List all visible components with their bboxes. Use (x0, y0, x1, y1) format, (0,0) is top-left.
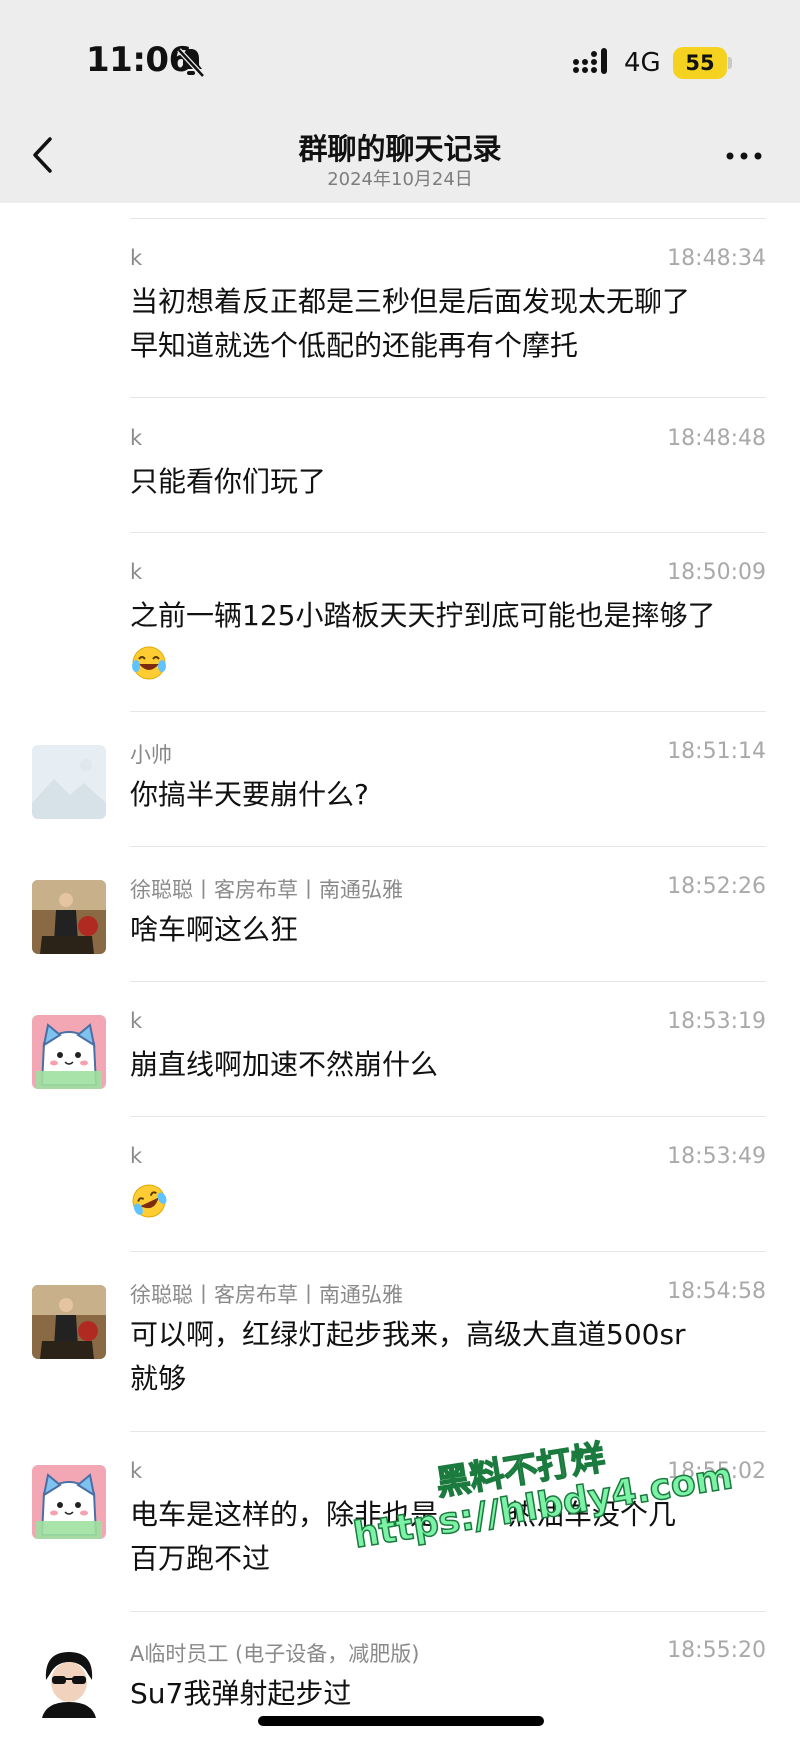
bell-off-icon (177, 48, 205, 78)
message-time: 18:48:48 (667, 426, 766, 451)
sender-name: k (130, 1459, 143, 1483)
battery-indicator: 55 (673, 47, 727, 79)
message-time: 18:55:02 (667, 1459, 766, 1484)
sender-name: 徐聪聪丨客房布草丨南通弘雅 (130, 878, 403, 902)
sender-name: k (130, 1144, 143, 1168)
avatar (32, 1015, 106, 1089)
message-line: 崩直线啊加速不然崩什么 (130, 1048, 439, 1081)
divider (130, 1431, 766, 1432)
message-time: 18:51:14 (667, 739, 766, 764)
message-text: Su7我弹射起步过 (130, 1672, 770, 1716)
obscured-text: 热油车没个几 (508, 1498, 677, 1531)
page-subtitle-date: 2024年10月24日 (327, 169, 473, 190)
message-text: 可以啊，红绿灯起步我来，高级大直道500sr 就够 (130, 1313, 770, 1401)
message-line: 只能看你们玩了 (130, 465, 327, 498)
message-line: 百万跑不过 (130, 1542, 271, 1575)
message-line-part: 电车是这样的，除非也是 (130, 1498, 439, 1531)
message-text: 之前一辆125小踏板天天拧到底可能也是摔够了 (130, 594, 770, 638)
divider (130, 397, 766, 398)
message-time: 18:53:19 (667, 1009, 766, 1034)
message-text: 只能看你们玩了 (130, 460, 770, 504)
message-time: 18:53:49 (667, 1144, 766, 1169)
message-line: 啥车啊这么狂 (130, 913, 299, 946)
laughing-tears-emoji-icon (132, 646, 166, 680)
divider (130, 1611, 766, 1612)
divider (130, 981, 766, 982)
more-options-icon[interactable] (724, 150, 764, 162)
message-line: Su7我弹射起步过 (130, 1677, 352, 1710)
avatar (32, 1285, 106, 1359)
avatar (32, 1644, 106, 1718)
signal-icon (573, 48, 607, 74)
message-text: 当初想着反正都是三秒但是后面发现太无聊了 早知道就选个低配的还能再有个摩托 (130, 280, 770, 368)
sender-name: k (130, 246, 143, 270)
message-line: 你搞半天要崩什么? (130, 778, 369, 811)
sender-name: k (130, 1009, 143, 1033)
message-line: 电车是这样的，除非也是 热油车没个几 (130, 1493, 770, 1537)
battery-tip (728, 57, 732, 69)
avatar (32, 745, 106, 819)
divider (130, 1251, 766, 1252)
message-time: 18:52:26 (667, 874, 766, 899)
message-text: 你搞半天要崩什么? (130, 773, 770, 817)
message-line: 当初想着反正都是三秒但是后面发现太无聊了 (130, 285, 691, 318)
avatar (32, 880, 106, 954)
message-time: 18:55:20 (667, 1638, 766, 1663)
home-indicator[interactable] (258, 1716, 544, 1726)
rolling-laughing-emoji-icon (132, 1184, 167, 1218)
message-text: 啥车啊这么狂 (130, 908, 770, 952)
sender-name: 徐聪聪丨客房布草丨南通弘雅 (130, 1283, 403, 1307)
header-bar: 11:06 4G 55 群聊的聊天记录 2024年10月24日 (0, 0, 800, 203)
message-line: 早知道就选个低配的还能再有个摩托 (130, 329, 579, 362)
divider (130, 218, 766, 219)
message-text: 电车是这样的，除非也是 热油车没个几 百万跑不过 (130, 1493, 770, 1581)
message-line: 就够 (130, 1362, 187, 1395)
divider (130, 846, 766, 847)
avatar (32, 1465, 106, 1539)
page-title: 群聊的聊天记录 (298, 132, 502, 166)
message-line: 之前一辆125小踏板天天拧到底可能也是摔够了 (130, 599, 716, 632)
sender-name: k (130, 560, 143, 584)
message-time: 18:50:09 (667, 560, 766, 585)
message-time: 18:48:34 (667, 246, 766, 271)
message-time: 18:54:58 (667, 1279, 766, 1304)
message-text: 崩直线啊加速不然崩什么 (130, 1043, 770, 1087)
network-type: 4G (624, 48, 661, 78)
sender-name: k (130, 426, 143, 450)
divider (130, 711, 766, 712)
divider (130, 1116, 766, 1117)
divider (130, 532, 766, 533)
sender-name: 小帅 (130, 743, 172, 767)
sender-name: A临时员工 (电子设备，减肥版) (130, 1642, 420, 1666)
message-line: 可以啊，红绿灯起步我来，高级大直道500sr (130, 1318, 686, 1351)
